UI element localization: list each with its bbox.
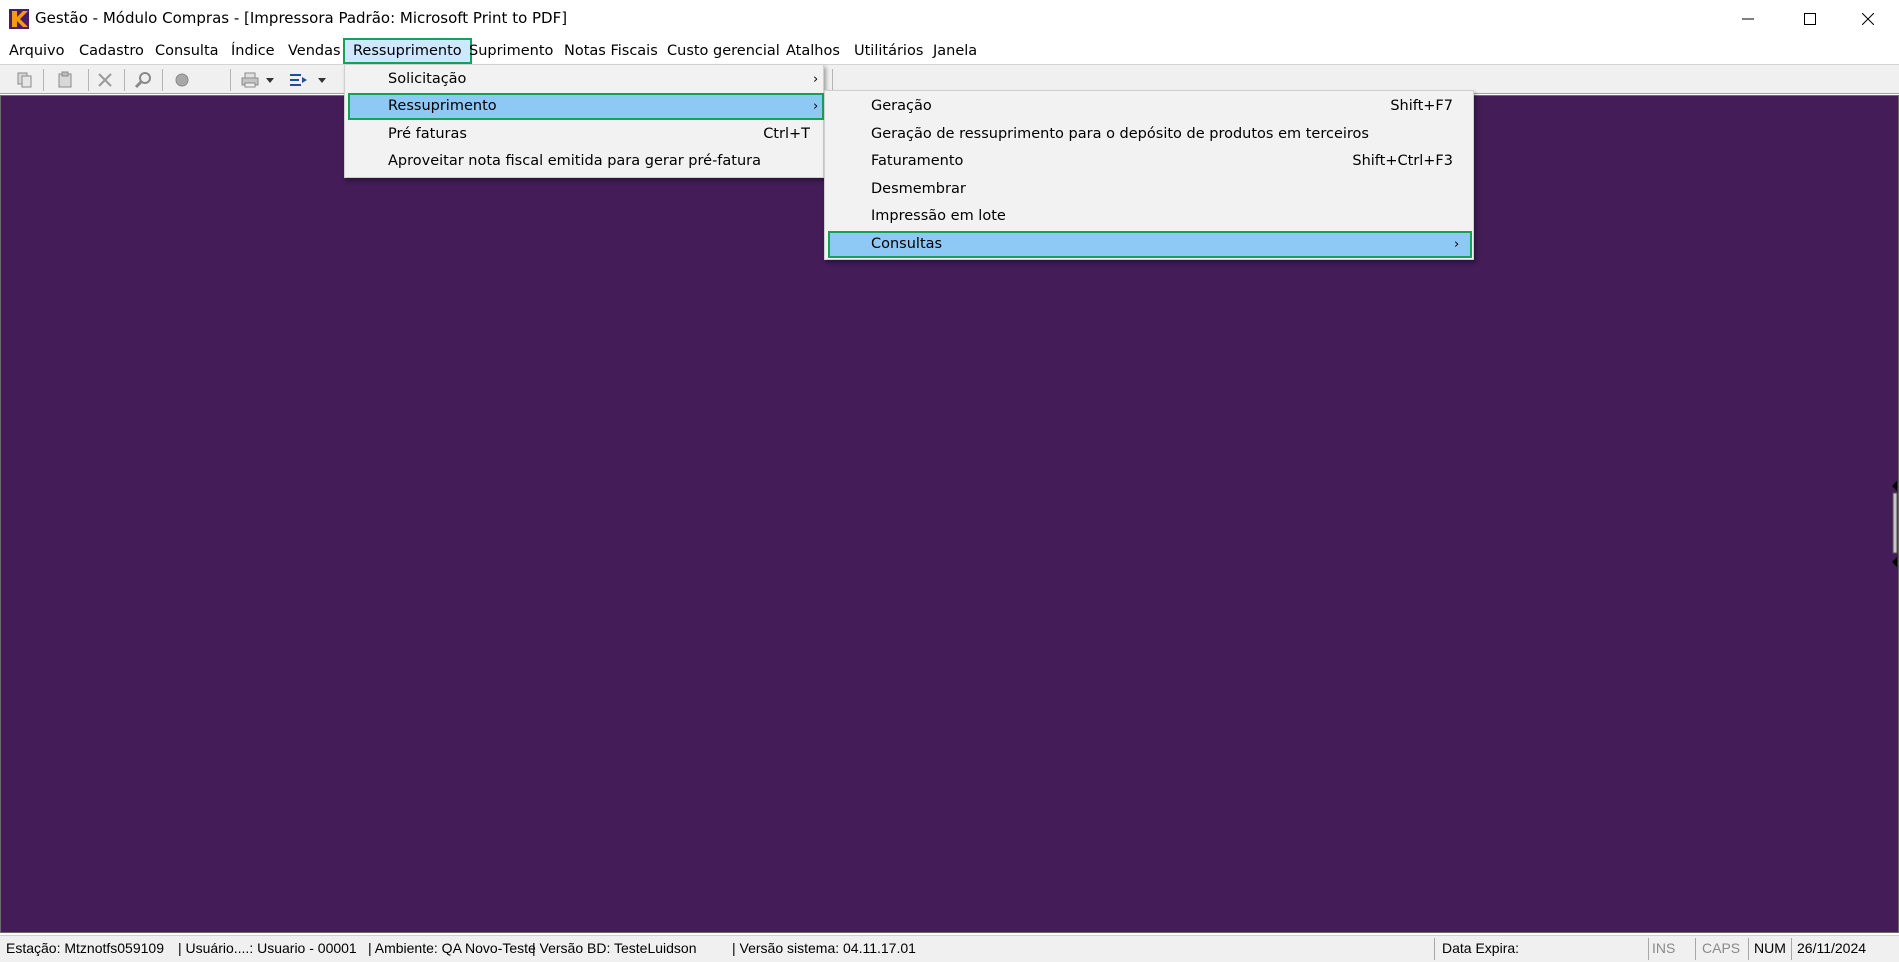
status-divider bbox=[1695, 938, 1696, 960]
export-dropdown-button[interactable] bbox=[316, 70, 328, 90]
menu-item-label: Pré faturas bbox=[388, 126, 467, 142]
status-db-version: | Versão BD: TesteLuidson bbox=[532, 940, 697, 956]
menu-item-shortcut: Ctrl+T bbox=[763, 126, 810, 142]
status-date: 26/11/2024 bbox=[1797, 940, 1867, 956]
menu-item-solicitacao[interactable]: Solicitação › bbox=[348, 66, 822, 93]
menu-arquivo[interactable]: Arquivo bbox=[1, 38, 73, 64]
copy-button[interactable] bbox=[15, 70, 35, 90]
menu-item-label: Solicitação bbox=[388, 71, 467, 87]
status-user: | Usuário....: Usuario - 00001 bbox=[178, 940, 357, 956]
toolbar-separator bbox=[124, 69, 125, 91]
print-button[interactable] bbox=[240, 70, 260, 90]
status-caps-indicator: CAPS bbox=[1702, 940, 1741, 956]
window-title: Gestão - Módulo Compras - [Impressora Pa… bbox=[35, 9, 568, 27]
menu-item-aproveitar-nota-fiscal[interactable]: Aproveitar nota fiscal emitida para gera… bbox=[348, 148, 822, 175]
status-divider bbox=[1434, 938, 1435, 960]
print-dropdown-button[interactable] bbox=[264, 70, 276, 90]
toolbar-separator bbox=[832, 69, 833, 91]
circle-icon bbox=[175, 73, 189, 87]
menu-item-ressuprimento[interactable]: Ressuprimento › bbox=[348, 93, 824, 120]
caret-down-icon bbox=[318, 78, 326, 83]
status-divider bbox=[1748, 938, 1749, 960]
title-bar: Gestão - Módulo Compras - [Impressora Pa… bbox=[0, 0, 1899, 38]
menu-indice[interactable]: Índice bbox=[223, 38, 283, 64]
menu-item-label: Faturamento bbox=[871, 153, 964, 169]
menu-item-impressao-em-lote[interactable]: Impressão em lote bbox=[828, 203, 1472, 230]
submenu-arrow-icon: › bbox=[813, 99, 819, 114]
menu-item-label: Geração de ressuprimento para o depósito… bbox=[871, 126, 1369, 142]
app-logo-icon bbox=[9, 9, 29, 29]
minimize-button[interactable] bbox=[1719, 0, 1777, 38]
menu-suprimento[interactable]: Suprimento bbox=[461, 38, 561, 64]
panel-collapse-handle-icon[interactable] bbox=[1890, 481, 1898, 567]
menu-consulta[interactable]: Consulta bbox=[147, 38, 227, 64]
printer-icon bbox=[241, 72, 259, 88]
toolbar-separator bbox=[230, 69, 231, 91]
menu-janela[interactable]: Janela bbox=[925, 38, 985, 64]
menu-item-label: Desmembrar bbox=[871, 181, 966, 197]
menu-ressuprimento[interactable]: Ressuprimento bbox=[343, 38, 472, 64]
menu-custo-gerencial[interactable]: Custo gerencial bbox=[659, 38, 788, 64]
search-button[interactable] bbox=[133, 70, 153, 90]
minimize-icon bbox=[1742, 18, 1754, 20]
status-divider bbox=[1648, 938, 1649, 960]
delete-button[interactable] bbox=[95, 70, 115, 90]
status-bar: Estação: Mtznotfs059109 | Usuário....: U… bbox=[0, 935, 1899, 962]
toolbar-separator bbox=[88, 69, 89, 91]
status-station: Estação: Mtznotfs059109 bbox=[6, 940, 164, 956]
toolbar-separator bbox=[43, 69, 44, 91]
export-button[interactable] bbox=[288, 70, 308, 90]
caret-down-icon bbox=[266, 78, 274, 83]
menu-bar: Arquivo Cadastro Consulta Índice Vendas … bbox=[0, 38, 1899, 64]
menu-item-faturamento[interactable]: Faturamento Shift+Ctrl+F3 bbox=[828, 148, 1472, 175]
status-expiry: Data Expira: bbox=[1442, 940, 1520, 956]
menu-item-geracao-terceiros[interactable]: Geração de ressuprimento para o depósito… bbox=[828, 121, 1472, 148]
export-list-icon bbox=[290, 74, 307, 86]
paste-button[interactable] bbox=[55, 70, 75, 90]
menu-item-label: Geração bbox=[871, 98, 932, 114]
maximize-button[interactable] bbox=[1781, 0, 1839, 38]
menu-item-label: Impressão em lote bbox=[871, 208, 1006, 224]
menu-item-consultas[interactable]: Consultas › bbox=[828, 231, 1472, 258]
close-icon bbox=[1862, 13, 1874, 25]
status-environment: | Ambiente: QA Novo-Teste bbox=[368, 940, 536, 956]
menu-notas-fiscais[interactable]: Notas Fiscais bbox=[556, 38, 666, 64]
menu-item-label: Ressuprimento bbox=[388, 98, 497, 114]
menu-item-geracao[interactable]: Geração Shift+F7 bbox=[828, 93, 1472, 120]
toolbar-separator bbox=[162, 69, 163, 91]
menu-item-shortcut: Shift+Ctrl+F3 bbox=[1352, 153, 1453, 169]
record-button[interactable] bbox=[172, 70, 192, 90]
menu-item-label: Aproveitar nota fiscal emitida para gera… bbox=[388, 153, 762, 169]
status-ins-indicator: INS bbox=[1652, 940, 1676, 956]
delete-icon bbox=[98, 73, 112, 87]
menu-cadastro[interactable]: Cadastro bbox=[71, 38, 152, 64]
ressuprimento-submenu: Geração Shift+F7 Geração de ressupriment… bbox=[824, 90, 1474, 260]
menu-item-pre-faturas[interactable]: Pré faturas Ctrl+T bbox=[348, 121, 822, 148]
close-button[interactable] bbox=[1839, 0, 1897, 38]
status-divider bbox=[1791, 938, 1792, 960]
search-icon bbox=[134, 72, 151, 89]
menu-item-shortcut: Shift+F7 bbox=[1390, 98, 1453, 114]
ressuprimento-dropdown: Solicitação › Ressuprimento › Pré fatura… bbox=[344, 64, 824, 178]
menu-item-label: Consultas bbox=[871, 236, 943, 252]
menu-atalhos[interactable]: Atalhos bbox=[778, 38, 848, 64]
paste-icon bbox=[58, 71, 72, 88]
status-system-version: | Versão sistema: 04.11.17.01 bbox=[732, 940, 916, 956]
copy-icon bbox=[17, 72, 32, 88]
submenu-arrow-icon: › bbox=[1454, 237, 1460, 252]
submenu-arrow-icon: › bbox=[813, 72, 819, 87]
menu-utilitarios[interactable]: Utilitários bbox=[846, 38, 931, 64]
menu-vendas[interactable]: Vendas bbox=[280, 38, 349, 64]
menu-item-desmembrar[interactable]: Desmembrar bbox=[828, 176, 1472, 203]
status-num-indicator: NUM bbox=[1754, 940, 1786, 956]
maximize-icon bbox=[1804, 13, 1816, 25]
